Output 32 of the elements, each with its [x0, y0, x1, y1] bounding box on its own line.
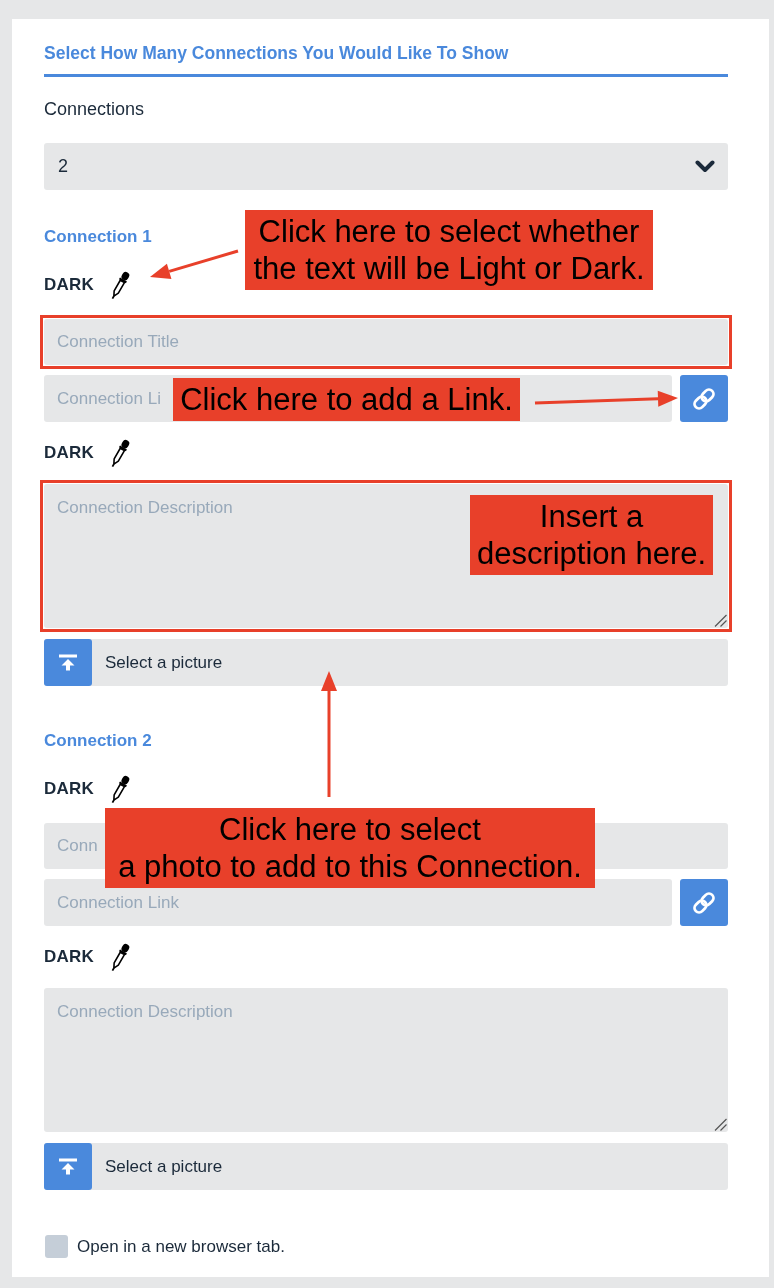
callout-tooltip: Insert a description here.	[470, 495, 713, 575]
connection-heading: Connection 2	[44, 730, 152, 752]
chevron-icon	[695, 160, 715, 173]
link-button[interactable]	[680, 375, 728, 422]
section-title: Select How Many Connections You Would Like To Show	[44, 43, 509, 63]
field-label: Connections	[44, 98, 145, 120]
link-icon	[691, 385, 717, 412]
file-picker[interactable]: Select a picture	[44, 639, 728, 686]
upload-button[interactable]	[44, 1143, 92, 1190]
link-icon	[691, 889, 717, 916]
upload-button[interactable]	[44, 639, 92, 686]
callout-tooltip: Click here to select a photo to add to this Connection.	[105, 808, 595, 888]
connection-heading: Connection 1	[44, 226, 152, 248]
file-picker[interactable]: Select a picture	[44, 1143, 728, 1190]
picker-label: Select a picture	[105, 652, 223, 673]
description-textarea[interactable]: Connection Description	[44, 988, 728, 1132]
resize-grip-icon[interactable]	[714, 614, 727, 627]
upload-icon	[58, 1158, 78, 1175]
checkbox-label[interactable]: Open in a new browser tab.	[77, 1236, 285, 1257]
connections-select[interactable]: 2	[44, 143, 728, 190]
style-label: DARK	[44, 947, 94, 967]
callout-tooltip: Click here to add a Link.	[173, 378, 520, 421]
style-label: DARK	[44, 779, 94, 799]
link-button[interactable]	[680, 879, 728, 926]
style-label: DARK	[44, 443, 94, 463]
resize-grip-icon[interactable]	[714, 1118, 727, 1131]
checkbox[interactable]	[45, 1235, 68, 1258]
style-label: DARK	[44, 275, 94, 295]
callout-tooltip: Click here to select whether the text will be Light or Dark.	[245, 210, 653, 290]
upload-icon	[58, 654, 78, 671]
picker-label: Select a picture	[105, 1156, 223, 1177]
title-input[interactable]: Connection Title	[44, 319, 728, 365]
